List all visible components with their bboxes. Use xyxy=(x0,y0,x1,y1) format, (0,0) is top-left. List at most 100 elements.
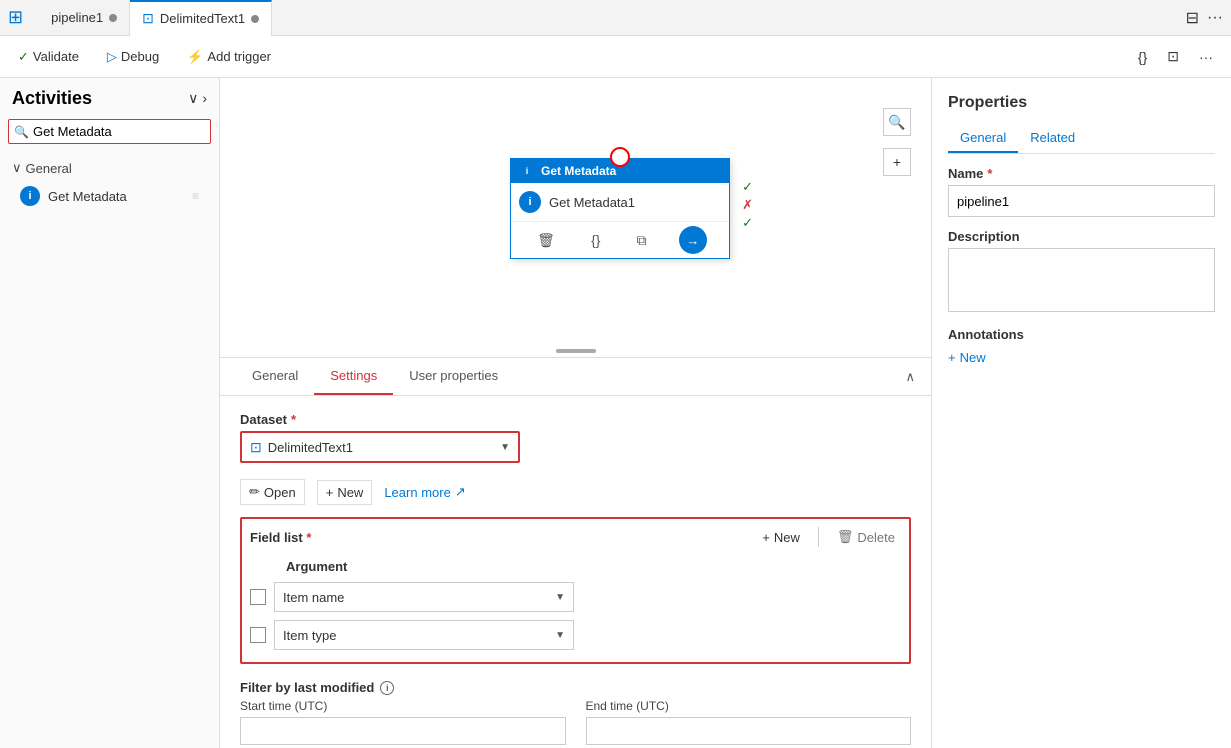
tab-delimitedtext1-label: DelimitedText1 xyxy=(160,11,245,26)
canvas-search-btn[interactable]: 🔍 xyxy=(883,108,911,136)
more-options-button[interactable]: ··· xyxy=(1193,44,1219,69)
prop-annotations-label: Annotations xyxy=(948,327,1215,342)
more-icon[interactable]: ··· xyxy=(1207,9,1223,27)
get-metadata-icon: i xyxy=(20,186,40,206)
settings-collapse-icon[interactable]: ∧ xyxy=(905,369,915,385)
field-list-container: Field list * + New 🗑 Delete xyxy=(240,517,911,664)
node-body: i Get Metadata1 xyxy=(511,183,729,221)
filter-start-input[interactable] xyxy=(240,717,566,745)
tab-general[interactable]: General xyxy=(236,358,314,395)
trigger-icon: ⚡ xyxy=(187,49,203,65)
filter-end-col: End time (UTC) xyxy=(586,699,912,745)
settings-tabs: General Settings User properties ∧ xyxy=(220,358,931,396)
activities-title: Activities xyxy=(12,88,92,109)
tab-settings[interactable]: Settings xyxy=(314,358,393,395)
schema-button[interactable]: ⊡ xyxy=(1161,44,1185,69)
properties-title: Properties xyxy=(948,94,1215,112)
filter-info-icon: i xyxy=(380,681,394,695)
toolbar-right: {} ⊡ ··· xyxy=(1132,44,1219,69)
node-fail-icon: ✗ xyxy=(742,197,753,213)
external-link-icon: ↗ xyxy=(455,484,466,500)
sidebar-header: Activities ∨ › xyxy=(0,78,219,115)
field-row-2: Item type ▼ xyxy=(250,616,901,654)
field-list-header: Field list * + New 🗑 Delete xyxy=(250,527,901,547)
tab-dataset-icon: ⊡ xyxy=(142,10,154,27)
filter-section: Filter by last modified i Start time (UT… xyxy=(240,680,911,745)
dataset-row: Dataset * ⊡ DelimitedText1 ▼ xyxy=(240,412,911,463)
group-label-text: General xyxy=(26,161,72,176)
settings-content: Dataset * ⊡ DelimitedText1 ▼ ✏ xyxy=(220,396,931,748)
field-actions-divider xyxy=(818,527,819,547)
code-view-button[interactable]: {} xyxy=(1132,44,1153,69)
canvas-zoom-controls: + xyxy=(883,148,911,176)
debug-icon: ▷ xyxy=(107,49,117,65)
properties-panel: Properties General Related Name * pipeli… xyxy=(931,78,1231,748)
main-layout: Activities ∨ › Get Metadata 🔍 ∨ General … xyxy=(0,78,1231,748)
sidebar: Activities ∨ › Get Metadata 🔍 ∨ General … xyxy=(0,78,220,748)
filter-end-input[interactable] xyxy=(586,717,912,745)
dataset-select-value: DelimitedText1 xyxy=(268,440,353,455)
sidebar-search-container: Get Metadata 🔍 xyxy=(8,119,211,144)
add-trigger-label: Add trigger xyxy=(207,49,271,64)
field-col-header: Argument xyxy=(278,555,901,578)
open-button[interactable]: ✏ Open xyxy=(240,479,305,505)
dataset-required: * xyxy=(291,412,296,427)
field-checkbox-1[interactable] xyxy=(250,589,266,605)
filter-end-label: End time (UTC) xyxy=(586,699,912,713)
sidebar-hide-icon[interactable]: › xyxy=(202,90,207,107)
field-new-button[interactable]: + New xyxy=(756,528,806,547)
node-copy-icon[interactable]: ⧉ xyxy=(633,230,651,251)
debug-button[interactable]: ▷ Debug xyxy=(101,45,165,69)
new-annotation-button[interactable]: + New xyxy=(948,346,1215,369)
field-select-1[interactable]: Item name ▼ xyxy=(274,582,574,612)
field-list-label: Field list * xyxy=(250,530,311,545)
prop-description-input[interactable] xyxy=(948,248,1215,312)
tab-delimitedtext1[interactable]: ⊡ DelimitedText1 xyxy=(130,0,272,36)
add-trigger-button[interactable]: ⚡ Add trigger xyxy=(181,45,277,69)
learn-more-link[interactable]: Learn more ↗ xyxy=(384,484,465,500)
tab-pipeline1-label: pipeline1 xyxy=(51,10,103,25)
prop-description-label: Description xyxy=(948,229,1215,244)
node-success-icon: ✓ xyxy=(742,179,753,195)
sidebar-collapse-icon[interactable]: ∨ xyxy=(188,90,198,107)
minimize-icon[interactable]: ⊟ xyxy=(1186,8,1199,28)
node-body-label: Get Metadata1 xyxy=(549,195,635,210)
tab-bar-right: ⊟ ··· xyxy=(1186,8,1223,28)
tab-pipeline1[interactable]: pipeline1 xyxy=(39,0,130,36)
canvas-search-icon[interactable]: 🔍 xyxy=(883,108,911,136)
splitter-handle[interactable] xyxy=(556,349,596,353)
node-header-label: Get Metadata xyxy=(541,164,616,178)
tab-user-properties[interactable]: User properties xyxy=(393,358,514,395)
sidebar-group-general-label[interactable]: ∨ General xyxy=(8,156,211,180)
node-status-dot xyxy=(610,147,630,167)
node-code-icon[interactable]: {} xyxy=(587,230,604,250)
filter-start-label: Start time (UTC) xyxy=(240,699,566,713)
tab-bar: ⊞ pipeline1 ⊡ DelimitedText1 ⊟ ··· xyxy=(0,0,1231,36)
canvas-zoom-in-button[interactable]: + xyxy=(883,148,911,176)
field-select-2[interactable]: Item type ▼ xyxy=(274,620,574,650)
tab-pipeline1-dot xyxy=(109,14,117,22)
tab-delimitedtext1-dot xyxy=(251,15,259,23)
node-arrow-button[interactable]: → xyxy=(679,226,707,254)
dataset-controls: ⊡ DelimitedText1 ▼ xyxy=(240,431,911,463)
new-dataset-button[interactable]: + New xyxy=(317,480,373,505)
validate-button[interactable]: ✓ Validate xyxy=(12,45,85,69)
prop-tab-general[interactable]: General xyxy=(948,124,1018,153)
field-checkbox-2[interactable] xyxy=(250,627,266,643)
prop-name-field: Name * pipeline1 xyxy=(948,166,1215,217)
node-complete-icon: ✓ xyxy=(742,215,753,231)
group-chevron-icon: ∨ xyxy=(12,160,22,176)
drag-handle-icon: ≡ xyxy=(192,189,199,203)
node-delete-icon[interactable]: 🗑 xyxy=(533,230,559,251)
canvas: i Get Metadata i Get Metadata1 🗑 {} ⧉ → … xyxy=(220,78,931,358)
prop-tab-related[interactable]: Related xyxy=(1018,124,1087,153)
dataset-select[interactable]: ⊡ DelimitedText1 ▼ xyxy=(240,431,520,463)
field-delete-button[interactable]: 🗑 Delete xyxy=(831,527,901,547)
debug-label: Debug xyxy=(121,49,159,64)
sidebar-item-get-metadata[interactable]: i Get Metadata ≡ xyxy=(8,180,211,212)
activity-node[interactable]: i Get Metadata i Get Metadata1 🗑 {} ⧉ → … xyxy=(510,158,730,259)
prop-name-input[interactable]: pipeline1 xyxy=(948,185,1215,217)
field-row-1: Item name ▼ xyxy=(250,578,901,616)
dataset-chevron-icon: ▼ xyxy=(500,442,510,453)
search-input[interactable]: Get Metadata xyxy=(8,119,211,144)
